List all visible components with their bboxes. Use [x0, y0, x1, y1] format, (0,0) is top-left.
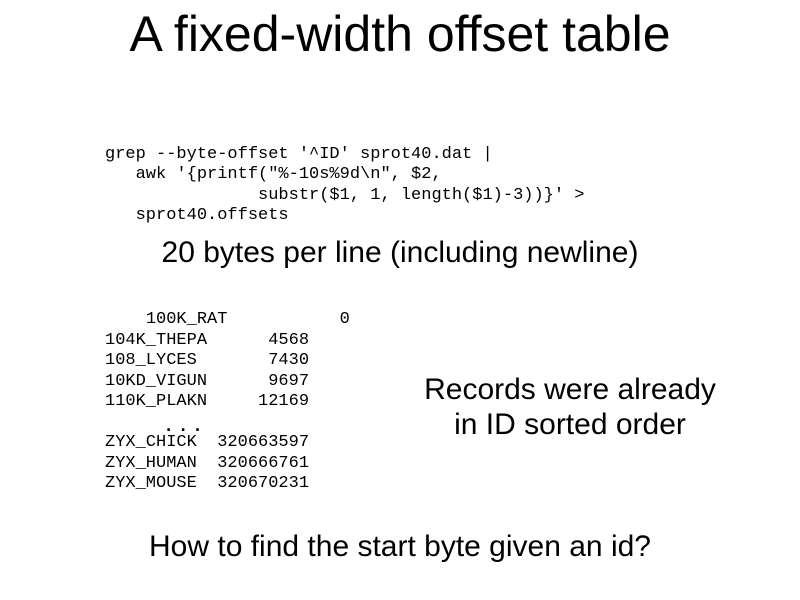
- ellipsis: . . .: [105, 412, 350, 433]
- offsets-table: 100K_RAT 0 104K_THEPA 4568 108_LYCES 743…: [105, 290, 350, 515]
- offsets-bottom-rows: ZYX_CHICK 320663597 ZYX_HUMAN 320666761 …: [105, 433, 309, 493]
- side-note-line2: in ID sorted order: [454, 408, 686, 441]
- offsets-top-rows: 100K_RAT 0 104K_THEPA 4568 108_LYCES 743…: [105, 310, 350, 411]
- subheading: 20 bytes per line (including newline): [0, 236, 800, 270]
- side-note: Records were already in ID sorted order: [370, 373, 770, 442]
- side-note-line1: Records were already: [424, 373, 716, 406]
- page-title: A fixed-width offset table: [0, 8, 800, 61]
- closing-question: How to find the start byte given an id?: [0, 530, 800, 564]
- command-code-block: grep --byte-offset '^ID' sprot40.dat | a…: [105, 145, 584, 227]
- slide: A fixed-width offset table grep --byte-o…: [0, 0, 800, 600]
